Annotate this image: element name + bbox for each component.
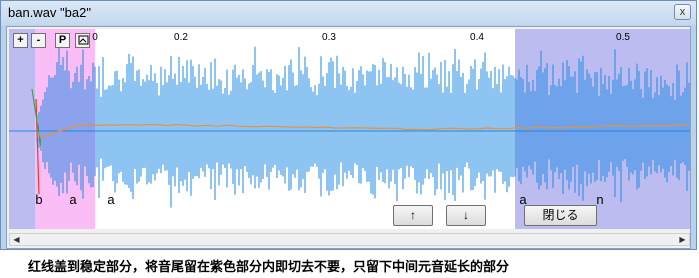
scroll-left-icon[interactable]: ◀ [10, 234, 23, 245]
waveform-view[interactable]: + - P 0 0.2 0.3 0.4 0.5 b a a a n ↑ ↓ 閉じ… [9, 29, 690, 229]
zoom-out-button[interactable]: - [31, 33, 46, 48]
image-icon[interactable] [75, 33, 90, 48]
instruction-caption: 红线盖到稳定部分，将音尾留在紫色部分内即切去不要，只留下中间元音延长的部分 [28, 259, 510, 274]
move-down-button[interactable]: ↓ [446, 205, 486, 226]
ruler-tick-label: 0.3 [322, 32, 336, 43]
ruler-partial-label: 0 [92, 32, 98, 43]
editor-client: + - P 0 0.2 0.3 0.4 0.5 b a a a n ↑ ↓ 閉じ… [6, 26, 691, 249]
horizontal-scrollbar[interactable]: ◀ ▶ [9, 233, 690, 246]
ruler-tick-label: 0.2 [174, 32, 188, 43]
play-button[interactable]: P [55, 33, 70, 48]
move-up-button[interactable]: ↑ [393, 205, 433, 226]
phone-label: a [107, 192, 115, 207]
title-bar[interactable]: ban.wav "ba2" x [1, 1, 696, 25]
phone-label: a [69, 192, 77, 207]
close-button[interactable]: 閉じる [524, 205, 597, 226]
ruler-tick-label: 0.5 [616, 32, 630, 43]
wav-editor-window: ban.wav "ba2" x + - P 0 0.2 0.3 0.4 0.5 … [0, 0, 697, 250]
scroll-right-icon[interactable]: ▶ [676, 234, 689, 245]
close-window-button[interactable]: x [674, 4, 691, 20]
zoom-in-button[interactable]: + [13, 33, 28, 48]
phone-label: n [596, 192, 604, 207]
phone-label: b [35, 192, 43, 207]
ruler-tick-label: 0.4 [470, 32, 484, 43]
window-title: ban.wav "ba2" [8, 5, 91, 20]
